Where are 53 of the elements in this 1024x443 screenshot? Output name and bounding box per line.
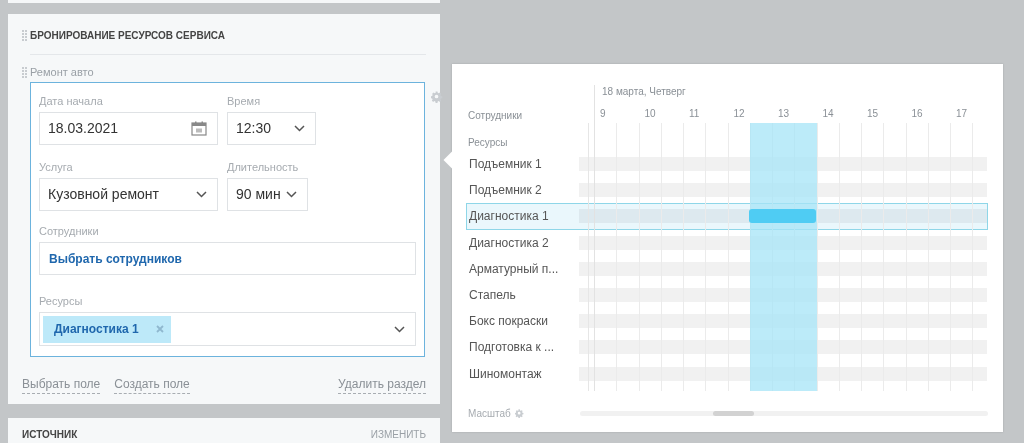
resource-name[interactable]: Бокс покраски	[469, 312, 579, 331]
settings-icon[interactable]	[514, 408, 524, 418]
resource-name[interactable]: Подъемник 2	[469, 181, 579, 200]
resource-name[interactable]: Подъемник 1	[469, 155, 579, 174]
field-label: Дата начала	[39, 94, 104, 109]
hour-label: 13	[778, 108, 790, 119]
close-icon[interactable]	[155, 325, 164, 333]
resource-name[interactable]: Арматурный п...	[469, 259, 579, 278]
subsection-title: Ремонт авто	[30, 64, 94, 80]
select-field[interactable]: Кузовной ремонт	[39, 178, 218, 211]
hour-label: 17	[956, 108, 968, 119]
booking-bar[interactable]	[748, 209, 816, 224]
select-field[interactable]: 12:30	[227, 112, 316, 145]
calendar-icon	[191, 121, 207, 136]
field-label: Время	[227, 94, 262, 109]
hour-label: 12	[733, 108, 745, 119]
hour-label: 10	[644, 108, 656, 119]
hour-label: 15	[867, 108, 879, 119]
section-title: БРОНИРОВАНИЕ РЕСУРСОВ СЕРВИСА	[30, 28, 226, 43]
resource-name[interactable]: Подготовка к ...	[469, 338, 579, 357]
selected-time-band[interactable]	[749, 123, 817, 391]
employees-field[interactable]: Выбрать сотрудников	[39, 242, 416, 275]
schedule-date: 18 марта, Четверг	[601, 85, 686, 99]
field-label: Сотрудники	[39, 224, 100, 239]
date-field[interactable]: 18.03.2021	[39, 112, 218, 145]
resources-field[interactable]: Диагностика 1	[39, 312, 416, 346]
hour-label: 9	[600, 108, 606, 119]
drag-handle[interactable]	[22, 66, 27, 78]
resource-chip[interactable]: Диагностика 1	[43, 315, 171, 343]
field-label: Ресурсы	[39, 294, 84, 309]
scrollbar-thumb[interactable]	[713, 410, 754, 416]
resource-name[interactable]: Диагностика 2	[469, 233, 579, 252]
field-label: Длительность	[227, 160, 300, 175]
scrollbar[interactable]	[580, 410, 988, 416]
hour-label: 14	[822, 108, 834, 119]
chevron-down-icon	[196, 191, 207, 198]
column-label: Сотрудники	[468, 109, 524, 123]
settings-icon[interactable]	[431, 91, 443, 103]
resource-name[interactable]: Диагностика 1	[469, 207, 579, 226]
column-label: Ресурсы	[468, 136, 508, 150]
field-label: Услуга	[39, 160, 74, 175]
scale-label: Масштаб	[468, 406, 511, 421]
drag-handle[interactable]	[22, 29, 27, 41]
select-field[interactable]: 90 мин	[227, 178, 308, 211]
resource-name[interactable]: Стапель	[469, 286, 579, 305]
chevron-down-icon	[394, 325, 405, 333]
hour-label: 11	[689, 108, 700, 119]
chevron-down-icon	[294, 125, 305, 132]
hour-label: 16	[911, 108, 923, 119]
section-title: ИСТОЧНИК	[22, 428, 78, 442]
timeline-track[interactable]	[579, 209, 987, 224]
resource-name[interactable]: Шиномонтаж	[469, 364, 579, 383]
chevron-down-icon	[286, 191, 297, 198]
